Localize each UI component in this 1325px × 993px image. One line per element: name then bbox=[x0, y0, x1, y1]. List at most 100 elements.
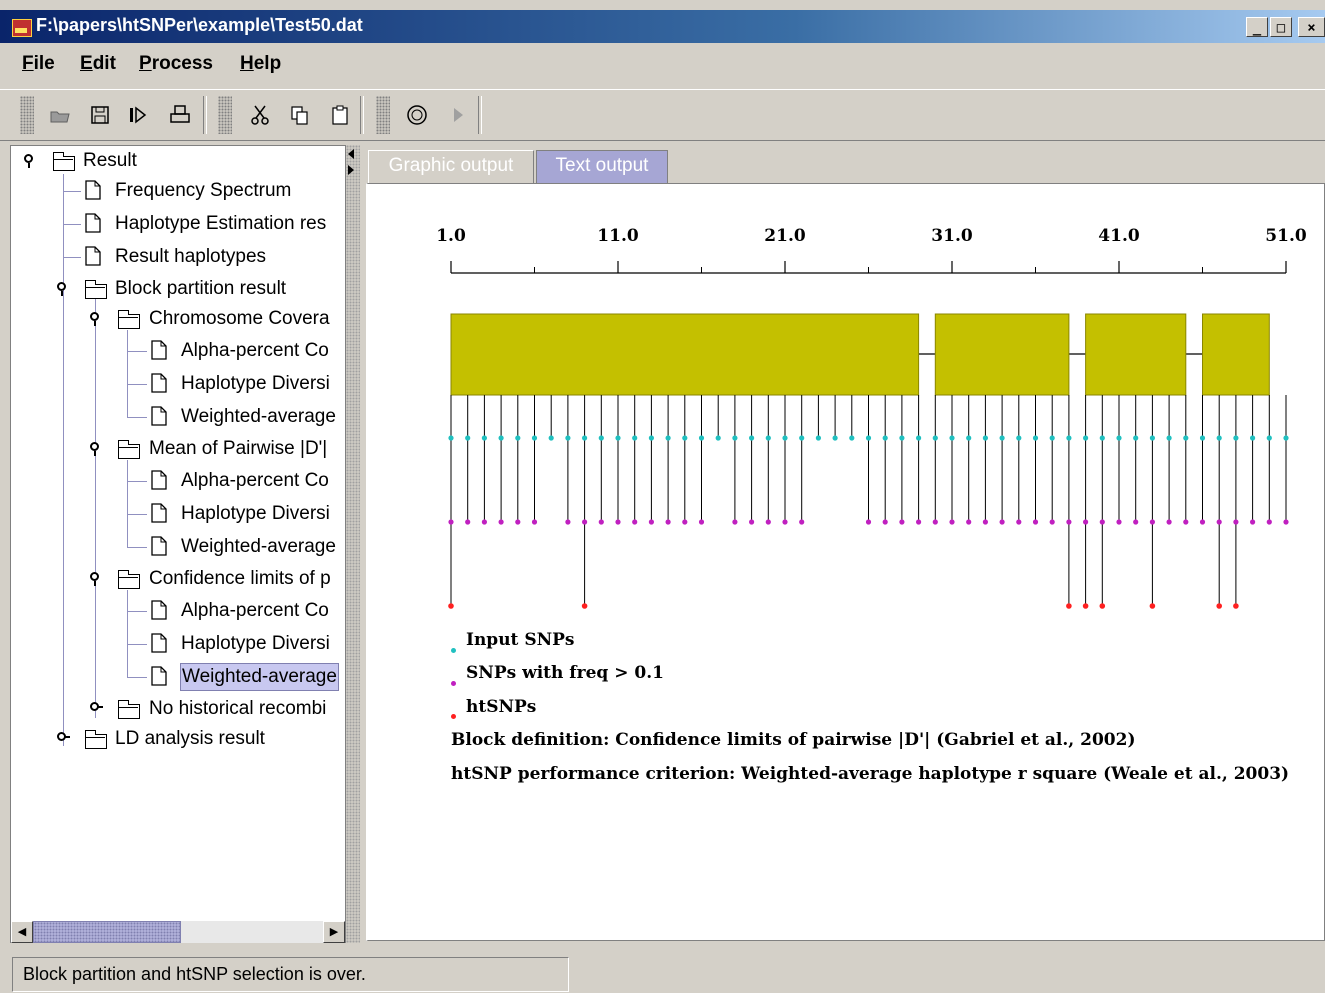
menu-help[interactable]: Help bbox=[240, 53, 281, 75]
freq-snp-dot bbox=[782, 519, 788, 525]
tree-node-result[interactable]: Result bbox=[11, 146, 341, 176]
input-snp-dot bbox=[498, 435, 504, 441]
scroll-right-button[interactable]: ▶ bbox=[323, 921, 345, 943]
input-snp-dot bbox=[1266, 435, 1272, 441]
input-snp-dot bbox=[1133, 435, 1139, 441]
tree-node-haplotype-diversity[interactable]: Haplotype Diversi bbox=[11, 499, 341, 529]
tree-node-frequency-spectrum[interactable]: Frequency Spectrum bbox=[11, 176, 341, 206]
document-icon bbox=[151, 600, 167, 620]
tree-node-haplotype-diversity[interactable]: Haplotype Diversi bbox=[11, 369, 341, 399]
tree-node-alpha-percent[interactable]: Alpha-percent Co bbox=[11, 466, 341, 496]
tree-node-weighted-average[interactable]: Weighted-average bbox=[11, 532, 341, 562]
paste-icon[interactable] bbox=[328, 103, 352, 127]
freq-snp-dot bbox=[598, 519, 604, 525]
freq-snp-dot bbox=[882, 519, 888, 525]
freq-snp-dot bbox=[765, 519, 771, 525]
print-icon[interactable] bbox=[168, 103, 192, 127]
tree-node-ld-analysis[interactable]: LD analysis result bbox=[11, 724, 341, 754]
input-snp-dot bbox=[949, 435, 955, 441]
settings-icon[interactable] bbox=[405, 103, 429, 127]
tree-label: No historical recombi bbox=[149, 698, 327, 719]
tree-node-weighted-average-selected[interactable]: Weighted-average bbox=[11, 662, 341, 692]
input-snp-dot bbox=[465, 435, 471, 441]
tab-graphic-output[interactable]: Graphic output bbox=[368, 150, 534, 184]
tree-horizontal-scrollbar[interactable]: ◀ ▶ bbox=[11, 920, 345, 943]
open-folder-icon[interactable] bbox=[48, 103, 72, 127]
menu-process[interactable]: Process bbox=[139, 53, 213, 75]
tree-node-confidence-limits[interactable]: Confidence limits of p bbox=[11, 564, 341, 594]
tree-node-result-haplotypes[interactable]: Result haplotypes bbox=[11, 242, 341, 272]
freq-snp-dot bbox=[615, 519, 621, 525]
htsnp-dot bbox=[448, 603, 454, 609]
menu-file[interactable]: File bbox=[22, 53, 55, 75]
input-snp-dot bbox=[1283, 435, 1289, 441]
menu-edit[interactable]: Edit bbox=[80, 53, 116, 75]
export-icon[interactable] bbox=[126, 103, 150, 127]
toolbar bbox=[0, 89, 1325, 141]
input-snp-dot bbox=[632, 435, 638, 441]
menu-bar: File Edit Process Help bbox=[0, 43, 1325, 87]
tree-node-alpha-percent[interactable]: Alpha-percent Co bbox=[11, 336, 341, 366]
scroll-thumb[interactable] bbox=[33, 921, 181, 943]
freq-snp-dot bbox=[565, 519, 571, 525]
input-snp-dot bbox=[899, 435, 905, 441]
input-snp-dot bbox=[865, 435, 872, 441]
freq-snp-dot bbox=[932, 519, 938, 525]
expanded-toggle-icon[interactable] bbox=[55, 281, 69, 296]
expanded-toggle-icon[interactable] bbox=[88, 311, 102, 326]
freq-snp-dot bbox=[1116, 519, 1122, 525]
expanded-toggle-icon[interactable] bbox=[88, 441, 102, 456]
input-snp-dot bbox=[849, 435, 855, 441]
tree-node-mean-pairwise[interactable]: Mean of Pairwise |D'| bbox=[11, 434, 341, 464]
freq-snp-dot bbox=[531, 519, 538, 525]
result-tree[interactable]: Result Frequency Spectrum Haplotype Esti… bbox=[10, 145, 346, 943]
tab-text-output[interactable]: Text output bbox=[536, 150, 668, 184]
freq-snp-dot bbox=[1066, 519, 1072, 525]
minimize-button[interactable]: _ bbox=[1246, 17, 1268, 37]
copy-icon[interactable] bbox=[288, 103, 312, 127]
tree-node-no-historical-recombination[interactable]: No historical recombi bbox=[11, 694, 341, 724]
input-snp-dot bbox=[548, 435, 554, 441]
tree-node-chromosome-coverage[interactable]: Chromosome Covera bbox=[11, 304, 341, 334]
run-icon[interactable] bbox=[446, 103, 470, 127]
tree-node-haplotype-estimation[interactable]: Haplotype Estimation res bbox=[11, 209, 341, 239]
freq-snp-dot bbox=[515, 519, 521, 525]
tree-label: Alpha-percent Co bbox=[181, 470, 329, 491]
tree-node-alpha-percent[interactable]: Alpha-percent Co bbox=[11, 596, 341, 626]
tree-node-block-partition[interactable]: Block partition result bbox=[11, 274, 341, 304]
maximize-button[interactable]: □ bbox=[1270, 17, 1292, 37]
freq-snp-dot bbox=[799, 519, 805, 525]
document-icon bbox=[151, 503, 167, 523]
collapsed-toggle-icon[interactable] bbox=[88, 701, 103, 715]
freq-snp-dot bbox=[698, 519, 705, 525]
tree-node-weighted-average[interactable]: Weighted-average bbox=[11, 402, 341, 432]
tree-label: Haplotype Diversi bbox=[181, 503, 330, 524]
scroll-left-button[interactable]: ◀ bbox=[11, 921, 33, 943]
close-button[interactable]: × bbox=[1298, 17, 1325, 37]
expanded-toggle-icon[interactable] bbox=[22, 153, 36, 168]
collapse-left-icon[interactable] bbox=[348, 149, 354, 159]
tree-node-haplotype-diversity[interactable]: Haplotype Diversi bbox=[11, 629, 341, 659]
input-snp-dot bbox=[966, 435, 972, 441]
input-snp-dot bbox=[1199, 435, 1206, 441]
freq-snp-dot bbox=[448, 519, 454, 525]
toolbar-grip[interactable] bbox=[376, 96, 390, 134]
haplotype-block bbox=[1202, 313, 1270, 396]
document-icon bbox=[85, 246, 101, 266]
toolbar-grip[interactable] bbox=[20, 96, 34, 134]
legend-htsnp-dot bbox=[451, 714, 456, 719]
cut-icon[interactable] bbox=[248, 103, 272, 127]
collapse-right-icon[interactable] bbox=[348, 165, 354, 175]
input-snp-dot bbox=[648, 435, 654, 441]
expanded-toggle-icon[interactable] bbox=[88, 571, 102, 586]
input-snp-dot bbox=[832, 435, 838, 441]
save-icon[interactable] bbox=[88, 103, 112, 127]
split-pane-divider[interactable] bbox=[346, 145, 360, 943]
input-snp-dot bbox=[1149, 435, 1155, 441]
collapsed-toggle-icon[interactable] bbox=[55, 731, 70, 745]
input-snp-dot bbox=[615, 435, 621, 441]
toolbar-grip[interactable] bbox=[218, 96, 232, 134]
tree-label: Haplotype Diversi bbox=[181, 373, 330, 394]
tree-label: Weighted-average bbox=[180, 663, 339, 691]
axis-tick-label: 41.0 bbox=[1098, 226, 1140, 246]
